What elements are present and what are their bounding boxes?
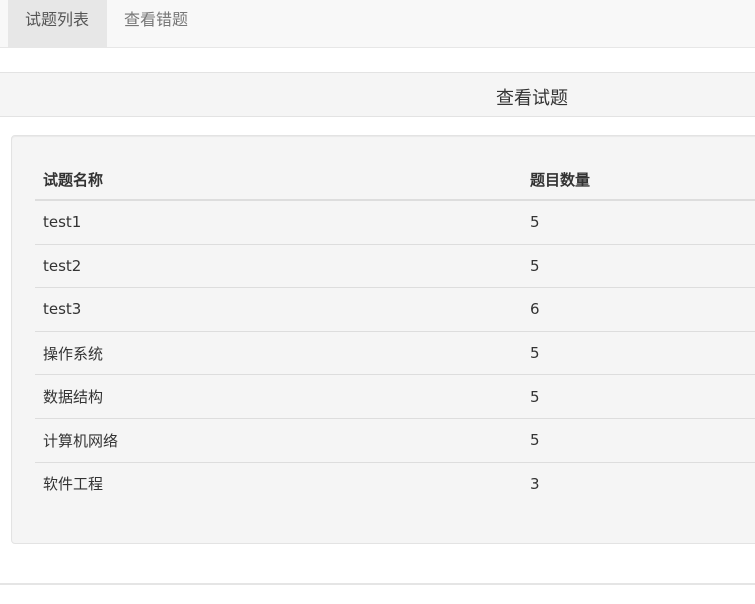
question-name[interactable]: 数据结构 <box>35 374 522 419</box>
page-title: 查看试题 <box>496 88 568 109</box>
question-name[interactable]: 计算机网络 <box>35 417 522 463</box>
question-name[interactable]: test2 <box>35 243 522 288</box>
question-count: 5 <box>522 243 755 288</box>
table-row[interactable]: test3 6 <box>35 287 755 332</box>
table-row[interactable]: 数据结构 5 <box>35 374 755 419</box>
question-name[interactable]: 操作系统 <box>35 330 522 375</box>
column-header-count: 题目数量 <box>522 160 755 201</box>
question-count: 5 <box>522 374 755 419</box>
question-count: 5 <box>522 417 755 463</box>
table-row[interactable]: test2 5 <box>35 243 755 288</box>
table-row[interactable]: 软件工程 3 <box>35 461 755 506</box>
tab-question-list[interactable]: 试题列表 <box>8 0 107 48</box>
question-name[interactable]: test3 <box>35 287 522 332</box>
question-count: 6 <box>522 287 755 332</box>
question-list-panel: 试题名称 题目数量 test1 5 test2 5 test3 6 操作系统 5 <box>11 135 755 544</box>
panel-heading: 查看试题 <box>0 72 755 117</box>
question-count: 5 <box>530 213 540 232</box>
question-name[interactable]: test1 <box>35 200 522 244</box>
table-row[interactable]: 操作系统 5 <box>35 330 755 375</box>
table-row[interactable]: test1 5 <box>35 200 755 244</box>
footer-divider <box>0 583 755 585</box>
question-name[interactable]: 软件工程 <box>35 461 522 506</box>
table-row[interactable]: 计算机网络 5 <box>35 417 755 463</box>
question-table: 试题名称 题目数量 test1 5 test2 5 test3 6 操作系统 5 <box>35 160 755 506</box>
top-navbar: 试题列表 查看错题 <box>0 0 755 48</box>
question-count: 3 <box>522 461 755 506</box>
question-count: 5 <box>522 330 755 375</box>
tab-view-wrong-answers[interactable]: 查看错题 <box>107 0 207 48</box>
column-header-name: 试题名称 <box>35 160 522 201</box>
table-header-row: 试题名称 题目数量 <box>35 160 755 201</box>
